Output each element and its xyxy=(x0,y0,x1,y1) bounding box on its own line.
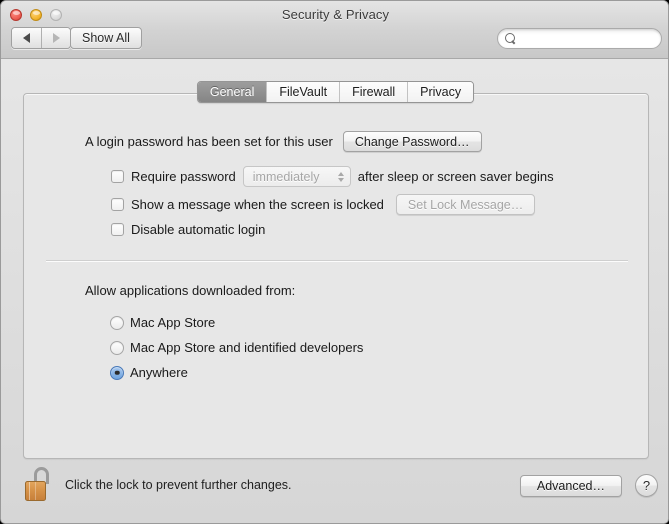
window-footer: Click the lock to prevent further change… xyxy=(1,459,668,523)
window-titlebar: Security & Privacy Show All xyxy=(1,1,668,59)
change-password-button[interactable]: Change Password… xyxy=(342,131,482,152)
help-button[interactable]: ? xyxy=(635,474,658,497)
set-lock-message-label: Set Lock Message… xyxy=(407,197,524,212)
show-all-button[interactable]: Show All xyxy=(70,27,142,49)
require-password-delay-value: immediately xyxy=(252,169,320,184)
tab-firewall[interactable]: Firewall xyxy=(339,82,408,102)
lock-caption: Click the lock to prevent further change… xyxy=(65,478,292,492)
search-input[interactable] xyxy=(509,31,668,46)
section-divider xyxy=(46,260,628,261)
disable-automatic-login-label: Disable automatic login xyxy=(131,222,266,237)
lock-message-row: Show a message when the screen is locked… xyxy=(111,194,536,215)
search-field[interactable] xyxy=(497,28,668,49)
chevron-left-icon xyxy=(23,33,30,43)
require-password-row: Require password immediately after sleep… xyxy=(111,166,554,187)
login-password-status: A login password has been set for this u… xyxy=(85,134,333,149)
change-password-label: Change Password… xyxy=(354,134,470,149)
radio-identified-developers-label: Mac App Store and identified developers xyxy=(130,340,364,355)
tab-privacy[interactable]: Privacy xyxy=(407,82,474,102)
help-label: ? xyxy=(642,478,651,493)
tab-filevault-label: FileVault xyxy=(279,85,328,99)
unlocked-padlock-icon[interactable] xyxy=(25,467,55,503)
tab-filevault[interactable]: FileVault xyxy=(266,82,340,102)
gatekeeper-option-mac-app-store[interactable]: Mac App Store xyxy=(110,315,215,330)
navigation-segmented-control xyxy=(11,27,71,49)
require-password-suffix: after sleep or screen saver begins xyxy=(357,169,554,184)
general-pane: A login password has been set for this u… xyxy=(23,93,649,459)
require-password-delay-popup: immediately xyxy=(242,166,351,187)
tab-firewall-label: Firewall xyxy=(352,85,396,99)
show-all-label: Show All xyxy=(82,31,130,45)
tab-bar: General FileVault Firewall Privacy xyxy=(1,81,668,103)
radio-mac-app-store[interactable] xyxy=(110,315,124,330)
tab-general[interactable]: General xyxy=(197,82,267,102)
back-button[interactable] xyxy=(12,28,41,48)
radio-identified-developers[interactable] xyxy=(110,340,124,355)
security-privacy-window: Security & Privacy Show All General File… xyxy=(0,0,669,524)
radio-anywhere-label: Anywhere xyxy=(130,365,188,380)
gatekeeper-option-identified-developers[interactable]: Mac App Store and identified developers xyxy=(110,340,363,355)
lock-message-label: Show a message when the screen is locked xyxy=(131,197,384,212)
login-password-row: A login password has been set for this u… xyxy=(85,131,482,152)
stepper-arrows-icon xyxy=(337,171,344,182)
advanced-button[interactable]: Advanced… xyxy=(519,475,622,497)
forward-button xyxy=(41,28,70,48)
disable-automatic-login-checkbox[interactable] xyxy=(111,223,124,236)
disable-automatic-login-row: Disable automatic login xyxy=(111,222,265,237)
window-title: Security & Privacy xyxy=(281,7,390,22)
gatekeeper-option-anywhere[interactable]: Anywhere xyxy=(110,365,188,380)
radio-mac-app-store-label: Mac App Store xyxy=(130,315,216,330)
advanced-label: Advanced… xyxy=(536,479,605,493)
set-lock-message-button: Set Lock Message… xyxy=(395,194,536,215)
require-password-label: Require password xyxy=(131,169,236,184)
gatekeeper-heading: Allow applications downloaded from: xyxy=(85,283,296,298)
chevron-right-icon xyxy=(52,33,60,43)
lock-message-checkbox[interactable] xyxy=(111,198,124,211)
radio-anywhere[interactable] xyxy=(110,365,124,380)
tab-general-label: General xyxy=(209,85,255,99)
tab-privacy-label: Privacy xyxy=(420,85,462,99)
require-password-checkbox[interactable] xyxy=(111,170,124,183)
padlock-body xyxy=(25,481,46,501)
